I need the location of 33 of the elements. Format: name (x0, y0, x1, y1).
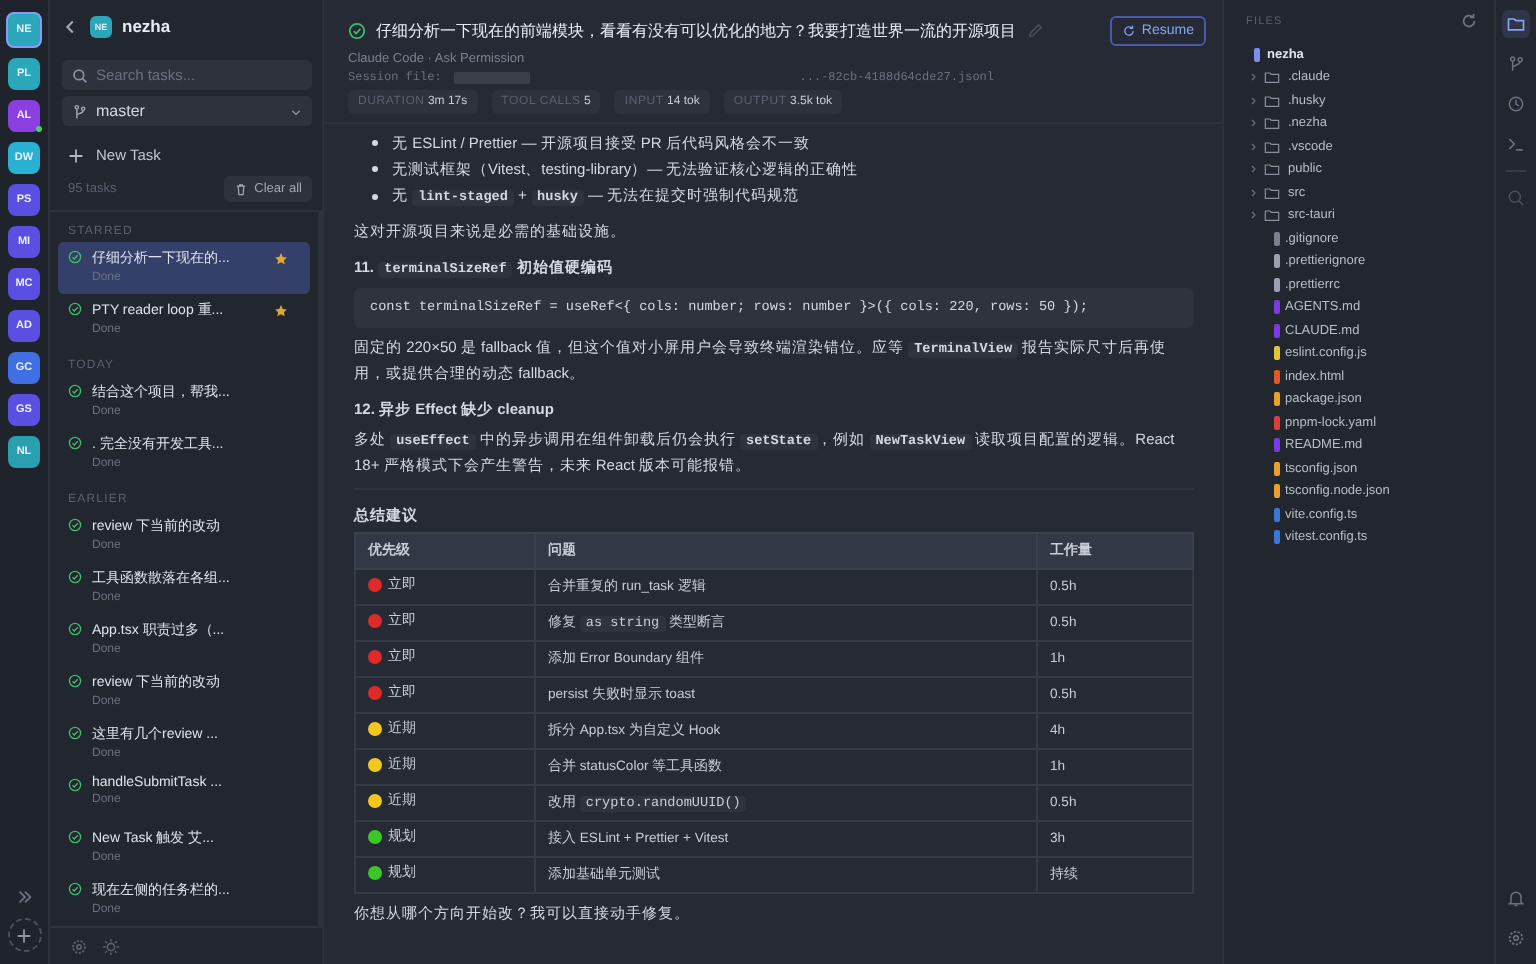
add-workspace-button[interactable] (7, 918, 41, 952)
branch-dropdown[interactable]: master (62, 96, 312, 126)
chevron-down-icon (290, 105, 302, 117)
trash-icon (234, 182, 249, 196)
expand-icon[interactable] (15, 888, 33, 906)
check-circle-icon (68, 726, 82, 740)
check-circle-icon (68, 830, 82, 844)
check-circle-icon (68, 250, 82, 264)
check-circle-icon (68, 882, 82, 896)
check-circle-icon (68, 622, 82, 636)
task-heading: 仔细分析一下现在的前端模块，看看有没有可以优化的地方？我要打造世界一流的开源项目 (376, 20, 1016, 42)
check-circle-icon (68, 302, 82, 316)
check-circle-icon (68, 384, 82, 398)
refresh-icon (1121, 24, 1136, 38)
settings-icon[interactable] (70, 937, 88, 955)
plus-icon (16, 927, 32, 943)
check-circle-icon (348, 22, 366, 40)
refresh-icon[interactable] (1460, 12, 1478, 30)
branch-icon (72, 103, 88, 119)
check-circle-icon (68, 570, 82, 584)
project-name: nezha (122, 16, 171, 36)
folder-icon[interactable] (1502, 10, 1530, 38)
plus-icon (68, 147, 84, 163)
sun-icon[interactable] (102, 937, 120, 955)
root-marker-icon (1254, 47, 1259, 61)
check-circle-icon (68, 778, 82, 792)
star-icon[interactable] (274, 252, 288, 266)
check-circle-icon (68, 436, 82, 450)
check-circle-icon (68, 674, 82, 688)
star-icon[interactable] (274, 304, 288, 318)
check-circle-icon (68, 518, 82, 532)
pencil-icon[interactable] (1026, 22, 1044, 40)
search-icon (72, 67, 88, 83)
